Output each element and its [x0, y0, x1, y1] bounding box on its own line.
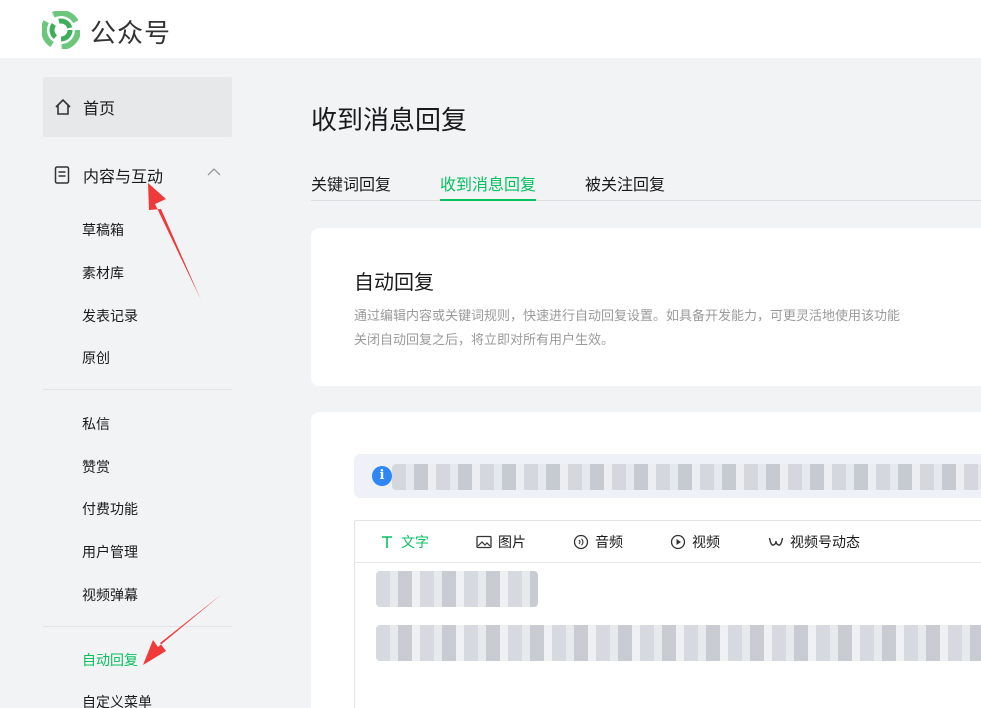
- text-icon: [382, 536, 392, 548]
- card-heading: 自动回复: [354, 270, 434, 294]
- top-bar: 公众号: [0, 0, 981, 58]
- tab-label: 文字: [401, 535, 429, 551]
- play-icon: [670, 534, 686, 550]
- card-description-line: 关闭自动回复之后，将立即对所有用户生效。: [354, 333, 615, 348]
- tab-keyword-reply[interactable]: 关键词回复: [311, 171, 391, 201]
- sidebar-item-rewards[interactable]: 赞赏: [82, 457, 110, 477]
- notice-banner: i: [354, 454, 981, 498]
- sidebar-item-materials[interactable]: 素材库: [82, 263, 124, 283]
- tab-message-reply[interactable]: 收到消息回复: [440, 171, 537, 201]
- sidebar-item-drafts[interactable]: 草稿箱: [82, 220, 124, 240]
- channels-icon: [768, 537, 784, 546]
- sidebar-item-paid-features[interactable]: 付费功能: [82, 499, 138, 519]
- page-title: 收到消息回复: [311, 106, 468, 136]
- blurred-reply-text: [376, 571, 538, 607]
- auto-reply-info-card: 自动回复 通过编辑内容或关键词规则，快速进行自动回复设置。如具备开发能力，可更灵…: [311, 228, 981, 386]
- reply-editor-card: i 文字 图片 音频 视频 视频号动态: [311, 412, 981, 708]
- tab-image[interactable]: 图片: [476, 532, 526, 552]
- document-icon: [54, 166, 70, 184]
- sidebar-divider: [43, 626, 232, 627]
- sidebar-item-user-management[interactable]: 用户管理: [82, 542, 138, 562]
- info-icon: i: [372, 466, 392, 486]
- tab-text[interactable]: 文字: [379, 532, 429, 552]
- reply-tabs: 关键词回复 收到消息回复 被关注回复: [311, 171, 981, 201]
- tab-channels-post[interactable]: 视频号动态: [768, 532, 860, 552]
- brand-title: 公众号: [90, 19, 172, 49]
- home-icon: [55, 98, 71, 115]
- tab-label: 图片: [498, 535, 526, 551]
- sidebar-item-messages[interactable]: 私信: [82, 414, 110, 434]
- tab-audio[interactable]: 音频: [573, 532, 623, 552]
- tab-video[interactable]: 视频: [670, 532, 720, 552]
- sidebar-item-original[interactable]: 原创: [82, 348, 110, 368]
- tab-label: 音频: [595, 535, 623, 551]
- sidebar-item-auto-reply[interactable]: 自动回复: [82, 650, 138, 670]
- sidebar: 首页 内容与互动 草稿箱 素材库 发表记录 原创 私信 赞赏 付费功能 用户管理…: [0, 58, 252, 708]
- tab-follow-reply[interactable]: 被关注回复: [585, 171, 665, 201]
- blurred-notice-text: [392, 464, 981, 490]
- card-description: 通过编辑内容或关键词规则，快速进行自动回复设置。如具备开发能力，可更灵活地使用该…: [354, 305, 900, 353]
- chevron-up-icon[interactable]: [207, 167, 221, 177]
- tab-label: 视频号动态: [790, 535, 860, 551]
- sidebar-section-content-interaction[interactable]: 内容与互动: [43, 157, 232, 193]
- sidebar-section-label: 内容与互动: [83, 167, 164, 186]
- image-icon: [476, 535, 492, 549]
- blurred-reply-text: [376, 625, 981, 661]
- sidebar-item-home[interactable]: 首页: [43, 77, 232, 137]
- sidebar-divider: [43, 389, 232, 390]
- sidebar-item-video-danmaku[interactable]: 视频弹幕: [82, 585, 138, 605]
- content-type-tabs: 文字 图片 音频 视频 视频号动态: [355, 521, 981, 563]
- tab-label: 视频: [692, 535, 720, 551]
- card-description-line: 通过编辑内容或关键词规则，快速进行自动回复设置。如具备开发能力，可更灵活地使用该…: [354, 309, 901, 324]
- wechat-official-account-logo[interactable]: [42, 11, 80, 49]
- reply-editor: 文字 图片 音频 视频 视频号动态: [354, 520, 981, 708]
- sidebar-item-label: 首页: [83, 99, 116, 118]
- sidebar-item-publish-records[interactable]: 发表记录: [82, 306, 138, 326]
- audio-icon: [573, 534, 589, 550]
- sidebar-item-custom-menu[interactable]: 自定义菜单: [82, 692, 152, 708]
